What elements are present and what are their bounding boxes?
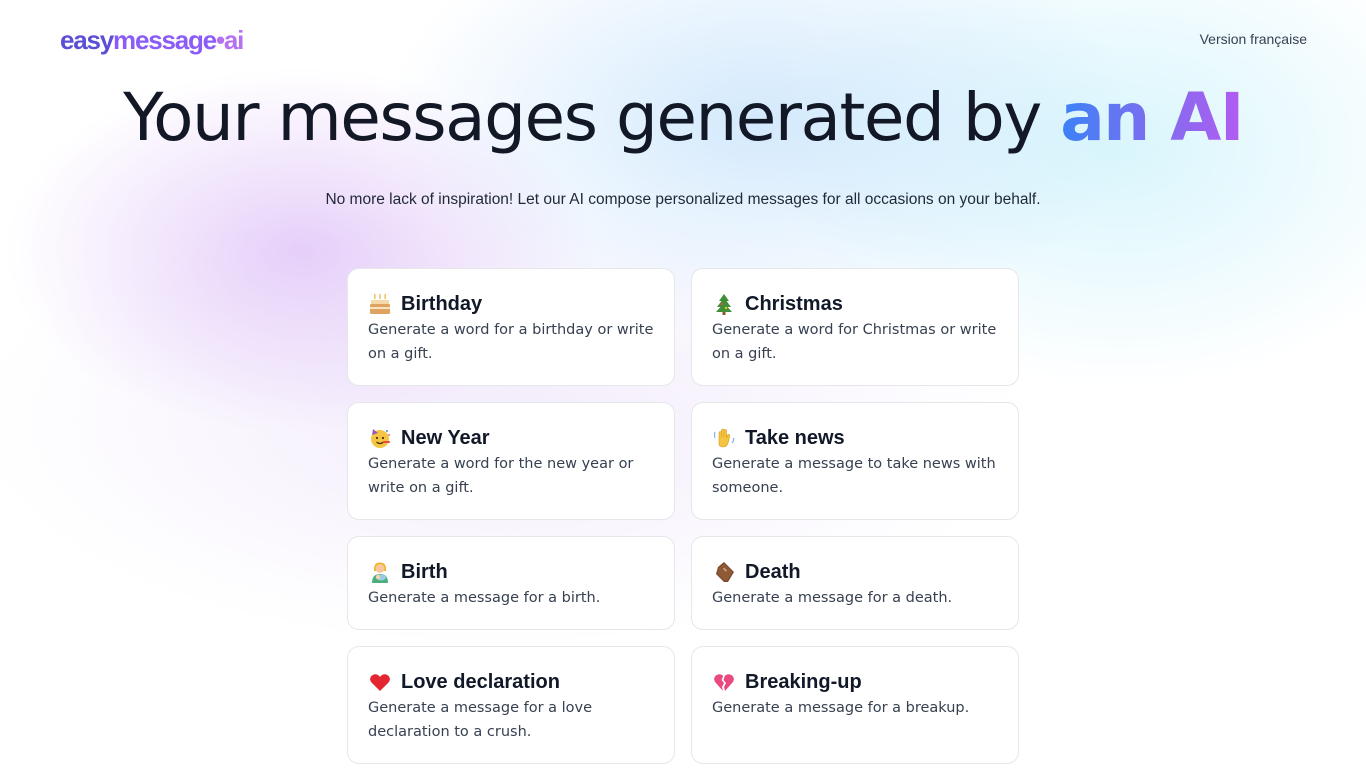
card-birthday[interactable]: Birthday Generate a word for a birthday … — [347, 268, 675, 386]
site-logo[interactable]: easymessage•ai — [60, 23, 244, 57]
card-title: Christmas — [745, 293, 843, 315]
card-new-year[interactable]: New Year Generate a word for the new yea… — [347, 402, 675, 520]
card-title: Love declaration — [401, 671, 560, 693]
card-title: Birth — [401, 561, 448, 583]
card-title: Take news — [745, 427, 845, 449]
card-description: Generate a word for Christmas or write o… — [712, 322, 997, 362]
card-breaking-up[interactable]: Breaking-up Generate a message for a bre… — [691, 646, 1019, 764]
card-description: Generate a message for a breakup. — [712, 700, 970, 716]
logo-part-message: message — [113, 25, 217, 55]
christmas-tree-icon — [712, 292, 736, 316]
red-heart-icon — [368, 670, 392, 694]
card-description: Generate a message for a death. — [712, 590, 953, 606]
card-death[interactable]: Death Generate a message for a death. — [691, 536, 1019, 630]
hero-title-accent: an AI — [1060, 79, 1244, 156]
card-take-news[interactable]: Take news Generate a message to take new… — [691, 402, 1019, 520]
card-title: New Year — [401, 427, 490, 449]
logo-part-easy: easy — [60, 25, 114, 55]
logo-part-ai: •ai — [215, 25, 244, 55]
card-description: Generate a word for a birthday or write … — [368, 322, 654, 362]
waving-hand-icon — [712, 426, 736, 450]
card-christmas[interactable]: Christmas Generate a word for Christmas … — [691, 268, 1019, 386]
party-face-icon — [368, 426, 392, 450]
card-description: Generate a word for the new year or writ… — [368, 456, 634, 496]
person-with-baby-icon — [368, 560, 392, 584]
language-switch-link[interactable]: Version française — [1200, 30, 1307, 48]
card-description: Generate a message to take news with som… — [712, 456, 996, 496]
hero-title: Your messages generated by an AI — [0, 76, 1366, 160]
cake-icon — [368, 292, 392, 316]
card-love-declaration[interactable]: Love declaration Generate a message for … — [347, 646, 675, 764]
card-description: Generate a message for a birth. — [368, 590, 601, 606]
card-title: Death — [745, 561, 801, 583]
hero-title-main: Your messages generated by — [123, 79, 1061, 156]
card-title: Birthday — [401, 293, 483, 315]
card-birth[interactable]: Birth Generate a message for a birth. — [347, 536, 675, 630]
hero-subtitle: No more lack of inspiration! Let our AI … — [325, 191, 1041, 208]
card-title: Breaking-up — [745, 671, 862, 693]
coffin-icon — [712, 560, 736, 584]
broken-heart-icon — [712, 670, 736, 694]
card-description: Generate a message for a love declaratio… — [368, 700, 593, 740]
